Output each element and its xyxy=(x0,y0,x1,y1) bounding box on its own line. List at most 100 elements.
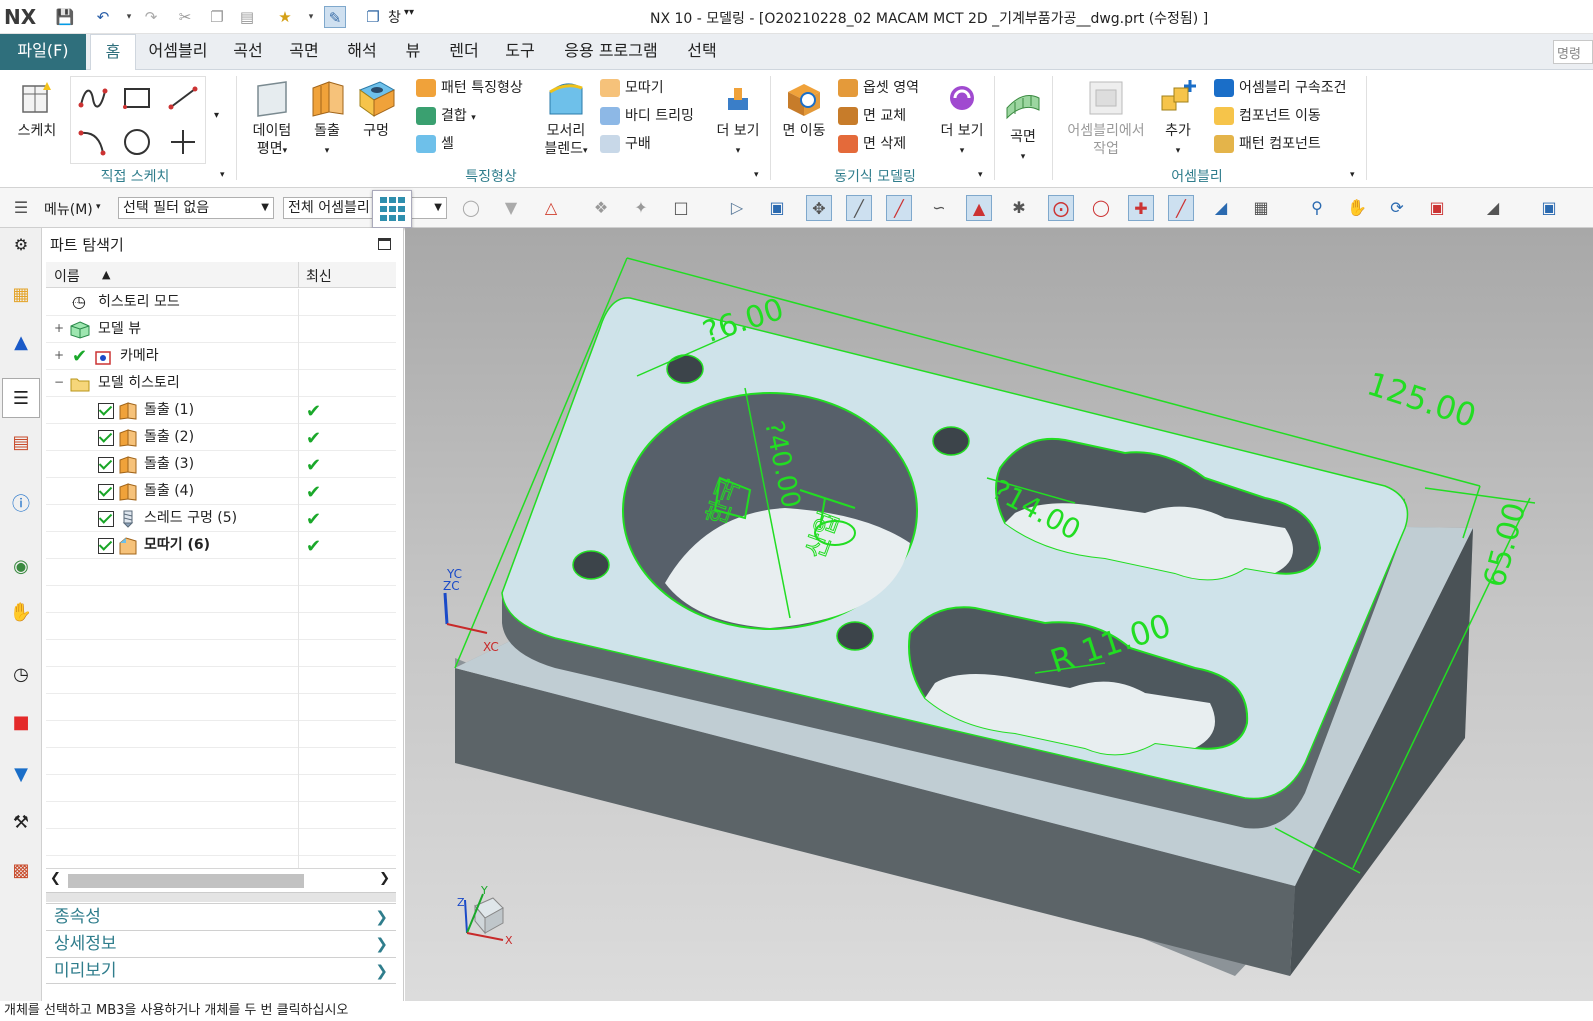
selection-scope-select[interactable]: 전체 어셈블리 ▼ xyxy=(283,197,447,219)
repeat-command-icon[interactable]: ★ xyxy=(274,6,296,28)
tree-row-model-views[interactable]: + 모델 뷰 xyxy=(46,316,396,343)
hole-button[interactable]: 구멍 xyxy=(354,78,398,140)
filter-icon[interactable]: ▼ xyxy=(498,195,524,221)
cut-icon[interactable]: ✂ xyxy=(174,6,196,28)
tree-row-extrude-3[interactable]: 돌출 (3) ✔ xyxy=(46,451,396,478)
add-component-button[interactable]: 추가 ▾ xyxy=(1154,78,1202,160)
feature-more-button[interactable]: 더 보기 ▾ xyxy=(712,78,764,160)
circle-icon[interactable] xyxy=(121,127,153,157)
zoom-fit-icon[interactable]: ⚲ xyxy=(1304,195,1330,221)
collapse-icon[interactable]: − xyxy=(54,376,64,388)
manufacturing-wizard-icon[interactable]: ▼ xyxy=(6,760,36,790)
window-menu-dropdown-icon[interactable]: ▾▾ xyxy=(404,7,414,18)
snap-icon[interactable]: ❖ xyxy=(588,195,614,221)
info-icon[interactable]: ⓘ xyxy=(6,490,36,520)
window-icon[interactable]: ❐ xyxy=(362,6,384,28)
scroll-right-icon[interactable]: ❯ xyxy=(379,871,390,886)
tab-curve[interactable]: 곡선 xyxy=(224,34,272,70)
checkbox[interactable] xyxy=(98,430,114,446)
system-materials-icon[interactable]: ▩ xyxy=(6,856,36,886)
preview-panel[interactable]: 미리보기 ❯ xyxy=(46,957,396,984)
save-icon[interactable]: 💾 xyxy=(54,6,76,28)
studio-spline-icon[interactable] xyxy=(77,85,109,111)
arc-icon[interactable] xyxy=(77,127,109,157)
tree-row-chamfer[interactable]: 모따기 (6) ✔ xyxy=(46,532,396,559)
menu-icon[interactable]: ☰ xyxy=(8,195,34,221)
intersection-icon[interactable]: ▲ xyxy=(966,195,992,221)
fit-view-icon[interactable]: ▣ xyxy=(1424,195,1450,221)
wireframe-icon[interactable]: ▷ xyxy=(724,195,750,221)
tab-surface[interactable]: 곡면 xyxy=(280,34,328,70)
direct-sketch-group-menu-icon[interactable]: ▾ xyxy=(220,170,225,180)
horizontal-scrollbar[interactable]: ❮ ❯ xyxy=(46,868,396,890)
general-selection-icon[interactable]: ◯ xyxy=(458,195,484,221)
delete-face-button[interactable]: 면 삭제 xyxy=(838,132,906,156)
edge-blend-button[interactable]: 모서리 블렌드▾ xyxy=(538,78,594,160)
scroll-thumb[interactable] xyxy=(68,874,304,888)
tab-render[interactable]: 렌더 xyxy=(440,34,488,70)
tree-row-cameras[interactable]: + ✔ 카메라 xyxy=(46,343,396,370)
assembly-group-menu-icon[interactable]: ▾ xyxy=(1350,170,1355,180)
shell-button[interactable]: 셸 xyxy=(416,132,454,156)
copy-icon[interactable]: ❐ xyxy=(206,6,228,28)
type-filter-select[interactable]: 선택 필터 없음 ▼ xyxy=(118,197,274,219)
web-browser-icon[interactable]: ◉ xyxy=(6,552,36,582)
checkbox[interactable] xyxy=(98,457,114,473)
render-style-icon[interactable]: ◢ xyxy=(1480,195,1506,221)
window-menu[interactable]: 창 xyxy=(388,7,401,27)
tab-view[interactable]: 뷰 xyxy=(396,34,430,70)
checkbox[interactable] xyxy=(98,484,114,500)
sketch-button[interactable]: 스케치 xyxy=(8,78,66,140)
clock-icon[interactable]: ◷ xyxy=(6,660,36,690)
touch-mode-icon[interactable]: ✎ xyxy=(324,6,346,28)
tab-home[interactable]: 홈 xyxy=(90,34,136,70)
show-snap-icon[interactable]: ✦ xyxy=(628,195,654,221)
tab-tools[interactable]: 도구 xyxy=(496,34,544,70)
chamfer-button[interactable]: 모따기 xyxy=(600,76,664,100)
sketch-gallery-dropdown-icon[interactable]: ▾ xyxy=(214,110,219,121)
paste-icon[interactable]: ▤ xyxy=(236,6,258,28)
view-orientation-icon[interactable]: ▣ xyxy=(1536,195,1562,221)
draft-button[interactable]: 구배 xyxy=(600,132,651,156)
point-on-line-icon[interactable]: ╱ xyxy=(1168,195,1194,221)
grid-point-icon[interactable]: ▦ xyxy=(1248,195,1274,221)
tab-assembly[interactable]: 어셈블리 xyxy=(140,34,216,70)
feature-group-menu-icon[interactable]: ▾ xyxy=(754,170,759,180)
tree-row-extrude-1[interactable]: 돌출 (1) ✔ xyxy=(46,397,396,424)
unite-button[interactable]: 결합 ▾ xyxy=(416,104,476,128)
tab-selection[interactable]: 선택 xyxy=(678,34,726,70)
tree-row-model-history[interactable]: − 모델 히스토리 xyxy=(46,370,396,397)
work-in-assembly-button[interactable]: 어셈블리에서 작업 xyxy=(1058,78,1154,158)
tree-row-extrude-2[interactable]: 돌출 (2) ✔ xyxy=(46,424,396,451)
synchronous-group-menu-icon[interactable]: ▾ xyxy=(978,170,983,180)
move-face-button[interactable]: 면 이동 xyxy=(778,78,830,140)
menu-button[interactable]: 메뉴(M) xyxy=(44,199,93,219)
maximize-icon[interactable] xyxy=(378,238,391,250)
redo-icon[interactable]: ↷ xyxy=(140,6,162,28)
end-point-icon[interactable]: ╱ xyxy=(846,195,872,221)
tree-row-extrude-4[interactable]: 돌출 (4) ✔ xyxy=(46,478,396,505)
reuse-library-icon[interactable]: ▤ xyxy=(6,428,36,458)
replace-face-button[interactable]: 면 교체 xyxy=(838,104,906,128)
rectangle-icon[interactable] xyxy=(121,85,153,111)
part-navigator-icon[interactable]: ☰ xyxy=(2,378,40,418)
gear-icon[interactable]: ⚙ xyxy=(6,230,36,260)
tab-analysis[interactable]: 해석 xyxy=(338,34,386,70)
checkbox[interactable] xyxy=(98,538,114,554)
trim-body-button[interactable]: 바디 트리밍 xyxy=(600,104,694,128)
offset-region-button[interactable]: 옵셋 영역 xyxy=(838,76,919,100)
rotate-icon[interactable]: ⟳ xyxy=(1384,195,1410,221)
checkbox[interactable] xyxy=(98,403,114,419)
pan-icon[interactable]: ✋ xyxy=(1344,195,1370,221)
undo-dropdown-icon[interactable]: ▾ xyxy=(118,6,140,28)
history-palette-icon[interactable]: ✋ xyxy=(6,598,36,628)
assembly-constraints-button[interactable]: 어셈블리 구속조건 xyxy=(1214,76,1347,100)
checkbox[interactable] xyxy=(98,511,114,527)
pattern-feature-button[interactable]: 패턴 특징형상 xyxy=(416,76,523,100)
graphics-window[interactable]: 한국 산업 125.00 65.00 ?6.00 ?40.00 ?14.00 R… xyxy=(405,228,1593,1001)
tree-row-history-mode[interactable]: ◷ 히스토리 모드 xyxy=(46,289,396,316)
arc-center-icon[interactable]: ✱ xyxy=(1006,195,1032,221)
tab-file[interactable]: 파일(F) xyxy=(0,34,86,70)
sync-more-button[interactable]: 더 보기 ▾ xyxy=(936,78,988,160)
quadrant-icon[interactable]: ⨀ xyxy=(1048,195,1074,221)
